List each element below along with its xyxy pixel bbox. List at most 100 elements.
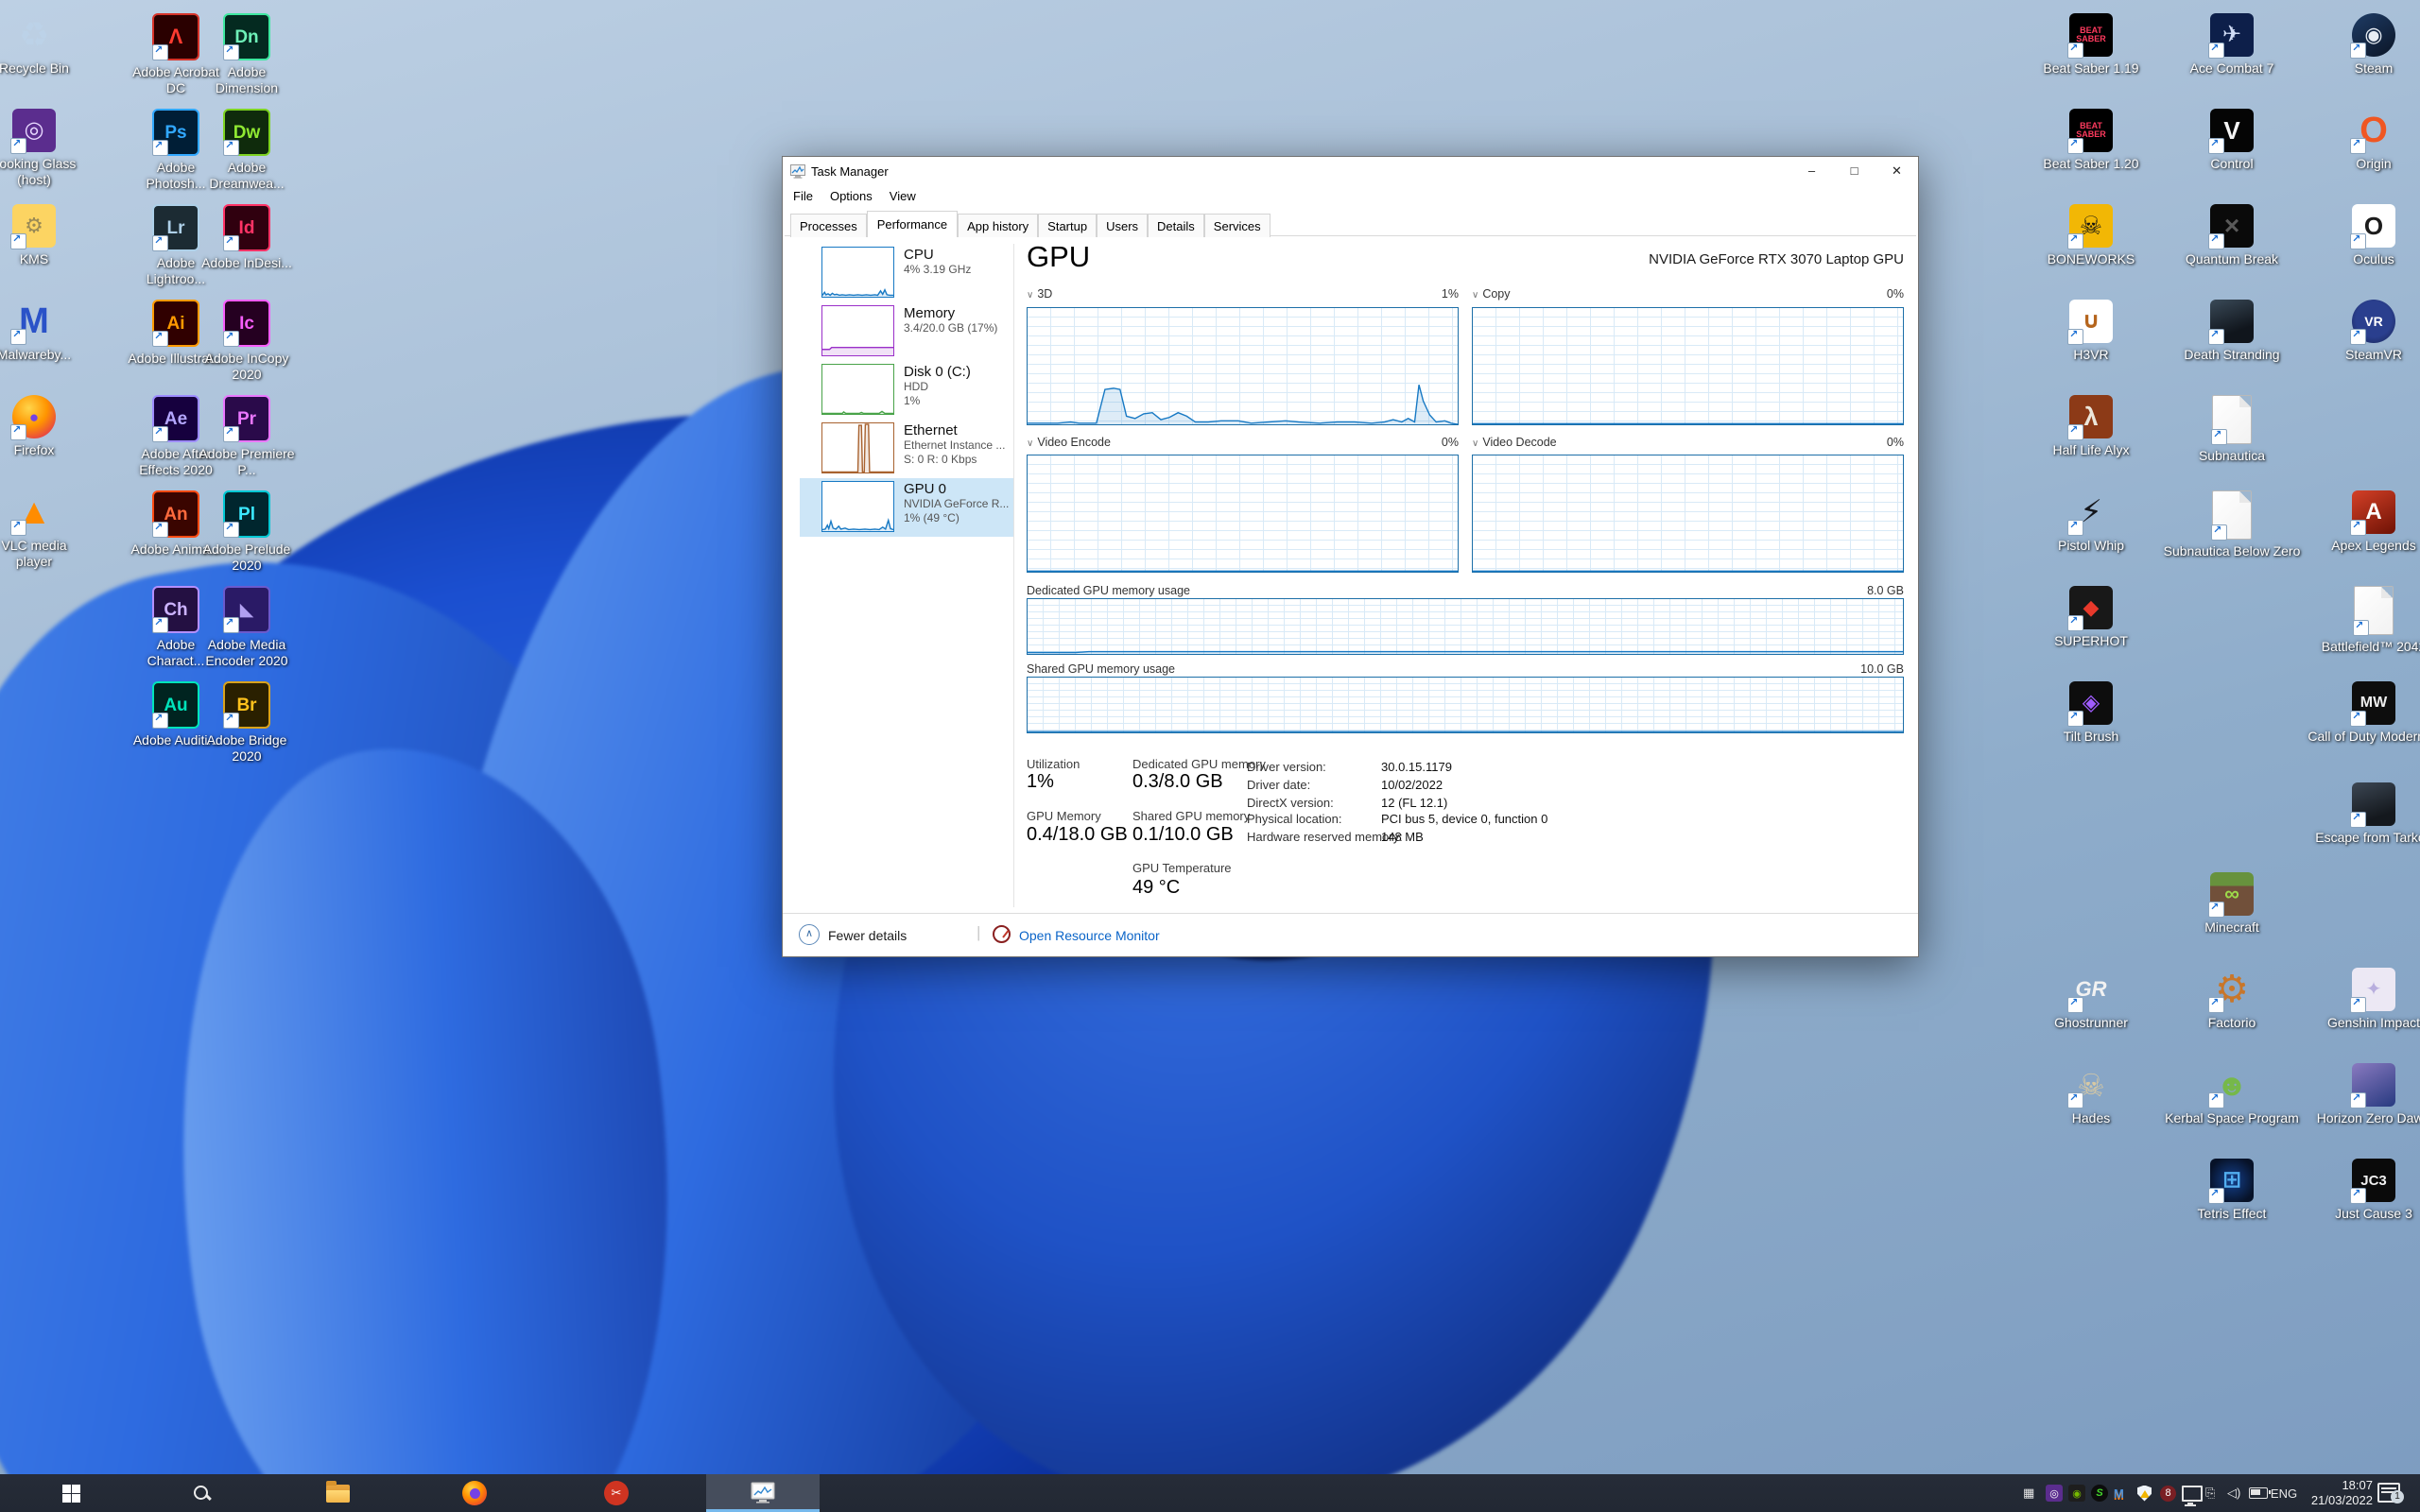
desktop-icon-steamvr[interactable]: VRSteamVR (2303, 300, 2420, 363)
desktop-icon-oculus[interactable]: OOculus (2303, 204, 2420, 267)
volume-tray-icon[interactable]: ◁) (2227, 1484, 2240, 1503)
desktop-icon-battlefield-2042[interactable]: Battlefield™ 2042 (2303, 586, 2420, 655)
sidebar-item-disk-0-c[interactable]: Disk 0 (C:)HDD1% (800, 361, 1013, 420)
tab-startup[interactable]: Startup (1038, 214, 1097, 237)
capture-tool-button[interactable]: ✂ (603, 1480, 630, 1506)
minimize-button[interactable]: – (1790, 157, 1833, 185)
menu-file[interactable]: File (785, 185, 821, 207)
defender-tray-icon[interactable] (2137, 1484, 2152, 1503)
desktop-icon-minecraft[interactable]: ∞Minecraft (2161, 872, 2303, 936)
looking-glass-tray-icon[interactable]: ◎ (2046, 1484, 2063, 1503)
desktop-icon-label: Quantum Break (2161, 251, 2303, 267)
desktop-icon-beat-saber-1-20[interactable]: BEAT SABERBeat Saber 1.20 (2020, 109, 2162, 172)
sidebar-item-ethernet[interactable]: EthernetEthernet Instance ...S: 0 R: 0 K… (800, 420, 1013, 478)
desktop-icon-control[interactable]: VControl (2161, 109, 2303, 172)
taskbar-clock[interactable]: 18:07 21/03/2022 (2297, 1478, 2373, 1508)
task-manager-taskbar-button[interactable] (706, 1474, 820, 1512)
desktop-icon-pistol-whip[interactable]: ⚡Pistol Whip (2020, 490, 2162, 554)
tab-performance[interactable]: Performance (867, 211, 958, 237)
close-button[interactable]: ✕ (1876, 157, 1918, 185)
desktop-icon-adobe-dreamwea[interactable]: DwAdobe Dreamwea... (198, 109, 296, 192)
desktop-icon-quantum-break[interactable]: ×Quantum Break (2161, 204, 2303, 267)
desktop-icon-kerbal-space-program[interactable]: ☻Kerbal Space Program (2161, 1063, 2303, 1126)
tab-services[interactable]: Services (1204, 214, 1270, 237)
desktop-icon-adobe-indesi[interactable]: IdAdobe InDesi... (198, 204, 296, 271)
desktop-icon-malwareby[interactable]: MMalwareby... (0, 300, 86, 363)
usb-tray-icon[interactable]: ⎘ (2205, 1484, 2215, 1503)
desktop-icon-escape-from-tarkov[interactable]: Escape from Tarkov (2303, 782, 2420, 846)
desktop-icon-adobe-premiere-p[interactable]: PrAdobe Premiere P... (198, 395, 296, 478)
desktop-icon-adobe-media-encoder-2020[interactable]: ◣Adobe Media Encoder 2020 (198, 586, 296, 669)
desktop-icon-adobe-dimension[interactable]: DnAdobe Dimension (198, 13, 296, 96)
desktop-icon-ace-combat-7[interactable]: ✈Ace Combat 7 (2161, 13, 2303, 77)
gadget-tray-icon[interactable]: 8 (2160, 1484, 2176, 1503)
desktop-icon-kms[interactable]: ⚙KMS (0, 204, 86, 267)
desktop-icon-tilt-brush[interactable]: ◈Tilt Brush (2020, 681, 2162, 745)
desktop-icon-genshin-impact[interactable]: ✦Genshin Impact (2303, 968, 2420, 1031)
chart-header-video-decode[interactable]: ∨Video Decode0% (1472, 436, 1904, 449)
desktop-icon-boneworks[interactable]: ☠BONEWORKS (2020, 204, 2162, 267)
desktop-icon-horizon-zero-dawn[interactable]: Horizon Zero Dawn (2303, 1063, 2420, 1126)
chart-header-copy[interactable]: ∨Copy0% (1472, 287, 1904, 301)
open-resource-monitor-link[interactable]: Open Resource Monitor (1019, 928, 1160, 943)
desktop-icon-just-cause-3[interactable]: JC3Just Cause 3 (2303, 1159, 2420, 1222)
desktop-icon-factorio[interactable]: ⚙Factorio (2161, 968, 2303, 1031)
hidden-icons-button[interactable]: ▦ (2023, 1484, 2034, 1503)
icon-tile: ∞ (2210, 872, 2254, 916)
tab-app-history[interactable]: App history (958, 214, 1038, 237)
desktop-icon-call-of-duty-modern[interactable]: MWCall of Duty Modern ... (2303, 681, 2420, 745)
power-tray-icon[interactable] (2249, 1484, 2268, 1503)
title-bar[interactable]: Task Manager – □ ✕ (783, 157, 1918, 185)
desktop-icon-h3vr[interactable]: ∪H3VR (2020, 300, 2162, 363)
desktop-icon-recycle-bin[interactable]: ♻Recycle Bin (0, 13, 86, 77)
desktop-icon-vlc-media-player[interactable]: ▲VLC media player (0, 490, 86, 570)
desktop-icon-superhot[interactable]: ◆SUPERHOT (2020, 586, 2162, 649)
razer-tray-icon[interactable]: S (2091, 1484, 2108, 1503)
start-button[interactable] (58, 1480, 84, 1506)
desktop-icon-origin[interactable]: OOrigin (2303, 109, 2420, 172)
chevron-up-icon[interactable]: ∧ (799, 924, 820, 945)
desktop-icon-half-life-alyx[interactable]: λHalf Life Alyx (2020, 395, 2162, 458)
shortcut-arrow-icon (10, 520, 26, 536)
desktop-icon-ghostrunner[interactable]: GRGhostrunner (2020, 968, 2162, 1031)
desktop-icon-subnautica[interactable]: Subnautica (2161, 395, 2303, 464)
desktop-icon-firefox[interactable]: ●Firefox (0, 395, 86, 458)
network-tray-icon[interactable] (2182, 1484, 2203, 1503)
desktop-icon-death-stranding[interactable]: Death Stranding (2161, 300, 2303, 363)
tab-users[interactable]: Users (1097, 214, 1148, 237)
tab-details[interactable]: Details (1148, 214, 1204, 237)
search-button[interactable] (188, 1480, 215, 1506)
desktop-icon-looking-glass-host[interactable]: ◎Looking Glass (host) (0, 109, 86, 188)
tab-processes[interactable]: Processes (790, 214, 867, 237)
icon-tile: VR (2352, 300, 2395, 343)
maximize-button[interactable]: □ (1833, 157, 1876, 185)
shortcut-arrow-icon (2067, 711, 2083, 727)
shared-memory-value: 0.1/10.0 GB (1132, 824, 1234, 846)
desktop-icon-subnautica-below-zero[interactable]: Subnautica Below Zero (2161, 490, 2303, 559)
desktop-icon-adobe-incopy-2020[interactable]: IcAdobe InCopy 2020 (198, 300, 296, 383)
desktop-icon-steam[interactable]: ◉Steam (2303, 13, 2420, 77)
desktop-icon-beat-saber-1-19[interactable]: BEAT SABERBeat Saber 1.19 (2020, 13, 2162, 77)
desktop-icon-apex-legends[interactable]: AApex Legends (2303, 490, 2420, 554)
sidebar-item-memory[interactable]: Memory3.4/20.0 GB (17%) (800, 302, 1013, 361)
chart-header-video-encode[interactable]: ∨Video Encode0% (1027, 436, 1459, 449)
desktop-icon-tetris-effect[interactable]: ⊞Tetris Effect (2161, 1159, 2303, 1222)
desktop-icon-adobe-prelude-2020[interactable]: PlAdobe Prelude 2020 (198, 490, 296, 574)
desktop-icon-hades[interactable]: ☠Hades (2020, 1063, 2162, 1126)
chart-header-3d[interactable]: ∨3D1% (1027, 287, 1459, 301)
sidebar-item-cpu[interactable]: CPU4% 3.19 GHz (800, 244, 1013, 302)
nvidia-tray-icon[interactable]: ◉ (2068, 1484, 2085, 1503)
firefox-button[interactable] (461, 1480, 488, 1506)
malwarebytes-tray-icon[interactable]: M (2114, 1484, 2124, 1503)
icon-tile: JC3 (2352, 1159, 2395, 1202)
menu-options[interactable]: Options (821, 185, 881, 207)
language-indicator[interactable]: ENG (2267, 1484, 2301, 1503)
fewer-details-button[interactable]: Fewer details (828, 928, 907, 943)
file-explorer-button[interactable] (324, 1480, 351, 1506)
desktop-icon-adobe-bridge-2020[interactable]: BrAdobe Bridge 2020 (198, 681, 296, 765)
notification-center-button[interactable]: 1 (2377, 1483, 2400, 1503)
sidebar-item-gpu-0[interactable]: GPU 0NVIDIA GeForce R...1% (49 °C) (800, 478, 1013, 537)
menu-view[interactable]: View (881, 185, 925, 207)
shortcut-arrow-icon (2208, 1188, 2224, 1204)
icon-tile: λ (2069, 395, 2113, 438)
